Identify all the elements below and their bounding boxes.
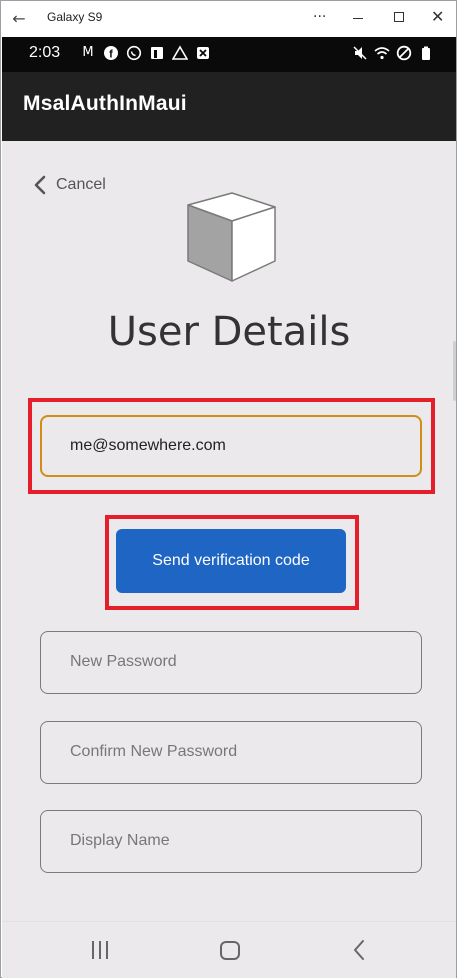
display-name-field[interactable]: Display Name	[40, 810, 422, 873]
gmail-icon: M	[82, 45, 94, 60]
page-title: User Details	[107, 309, 351, 355]
status-time: 2:03	[29, 44, 61, 61]
cancel-button[interactable]: Cancel	[32, 175, 106, 195]
mute-icon	[352, 45, 368, 61]
send-verification-code-button[interactable]: Send verification code	[116, 529, 346, 593]
home-icon[interactable]	[220, 941, 240, 960]
status-notification-icons: M f	[80, 45, 211, 61]
emulator-title-bar: ← Galaxy S9 ··· ✕	[1, 1, 456, 37]
email-field[interactable]: me@somewhere.com	[40, 415, 422, 477]
android-navigation-bar	[2, 921, 456, 978]
facebook-icon: f	[103, 45, 119, 61]
status-system-icons	[352, 45, 434, 61]
drive-icon	[171, 45, 189, 61]
app-toolbar: MsalAuthInMaui	[2, 72, 456, 141]
minimize-icon[interactable]	[353, 18, 363, 19]
emulator-title: Galaxy S9	[47, 10, 103, 24]
maximize-icon[interactable]	[394, 12, 404, 22]
svg-text:f: f	[109, 49, 113, 61]
app-icon	[149, 45, 165, 61]
recent-apps-icon[interactable]	[92, 941, 108, 959]
new-password-field[interactable]: New Password	[40, 631, 422, 694]
back-icon[interactable]	[351, 938, 367, 962]
close-icon[interactable]: ✕	[431, 7, 444, 26]
scrollbar[interactable]	[453, 341, 456, 401]
status-bar: 2:03 M f	[2, 37, 456, 72]
more-options-icon[interactable]: ···	[313, 9, 326, 25]
wifi-icon	[374, 45, 390, 61]
user-details-page: Cancel User Details me@somewhere.com Sen…	[2, 141, 456, 921]
chevron-left-icon	[34, 175, 46, 195]
cube-logo-icon	[187, 192, 276, 282]
confirm-password-field[interactable]: Confirm New Password	[40, 721, 422, 784]
back-arrow-icon[interactable]: ←	[9, 9, 29, 29]
whatsapp-icon	[126, 45, 142, 61]
app-title: MsalAuthInMaui	[23, 92, 187, 115]
dnd-icon	[396, 45, 412, 61]
close-box-icon	[195, 45, 211, 61]
battery-icon	[418, 45, 434, 61]
emulator-window: ← Galaxy S9 ··· ✕ 2:03 M f MsalAuthInMau…	[0, 0, 457, 978]
cancel-label: Cancel	[56, 176, 106, 193]
